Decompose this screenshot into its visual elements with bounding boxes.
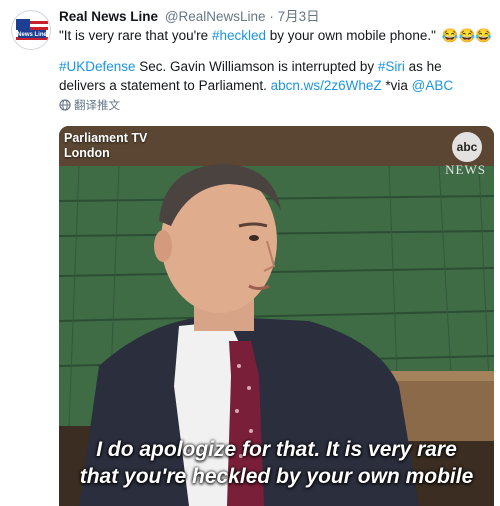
tweet-date[interactable]: 7月3日: [278, 9, 320, 24]
hashtag-ukdefense[interactable]: #UKDefense: [59, 59, 136, 74]
abc-logo-icon: abc: [452, 132, 482, 162]
hashtag-heckled[interactable]: #heckled: [212, 28, 266, 43]
avatar[interactable]: News Line: [11, 10, 51, 50]
tweet-text-line1: "It is very rare that you're #heckled by…: [59, 26, 492, 45]
globe-icon: [59, 99, 71, 111]
translate-label: 翻译推文: [74, 100, 120, 112]
body-text-1: Sec. Gavin Williamson is interrupted by: [135, 59, 378, 74]
separator: ·: [269, 9, 274, 24]
mention-abc[interactable]: @ABC: [412, 78, 453, 93]
channel-title: Parliament TV: [64, 131, 148, 145]
body-text-3: *via: [381, 78, 412, 93]
channel-location: London: [64, 146, 110, 160]
video-channel-overlay: Parliament TV London: [64, 131, 147, 161]
article-link[interactable]: abcn.ws/2z6WheZ: [271, 78, 382, 93]
quote-text-before: "It is very rare that you're: [59, 28, 212, 43]
tweet-text-body: #UKDefense Sec. Gavin Williamson is inte…: [59, 57, 479, 95]
author-handle[interactable]: @RealNewsLine: [165, 9, 266, 24]
flag-logo-icon: News Line: [13, 12, 50, 49]
news-logo-text: NEWS: [445, 162, 486, 177]
hashtag-siri[interactable]: #Siri: [378, 59, 405, 74]
avatar-text: News Line: [17, 32, 47, 38]
laughing-emoji-icon: 😂😂😂: [441, 28, 493, 43]
subtitle-line-2: that you're heckled by your own mobile: [79, 465, 474, 488]
video-player[interactable]: Parliament TV London abc NEWS I do apolo…: [59, 126, 494, 506]
translate-tweet-button[interactable]: 翻译推文: [59, 99, 120, 113]
subtitle-line-1: I do apologize for that. It is very rare: [96, 438, 457, 461]
tweet: News Line Real News Line @RealNewsLine ·…: [0, 0, 500, 506]
quote-text-after: by your own mobile phone.": [265, 28, 436, 43]
tweet-header: Real News Line @RealNewsLine · 7月3日: [59, 8, 320, 26]
author-name[interactable]: Real News Line: [59, 9, 158, 24]
